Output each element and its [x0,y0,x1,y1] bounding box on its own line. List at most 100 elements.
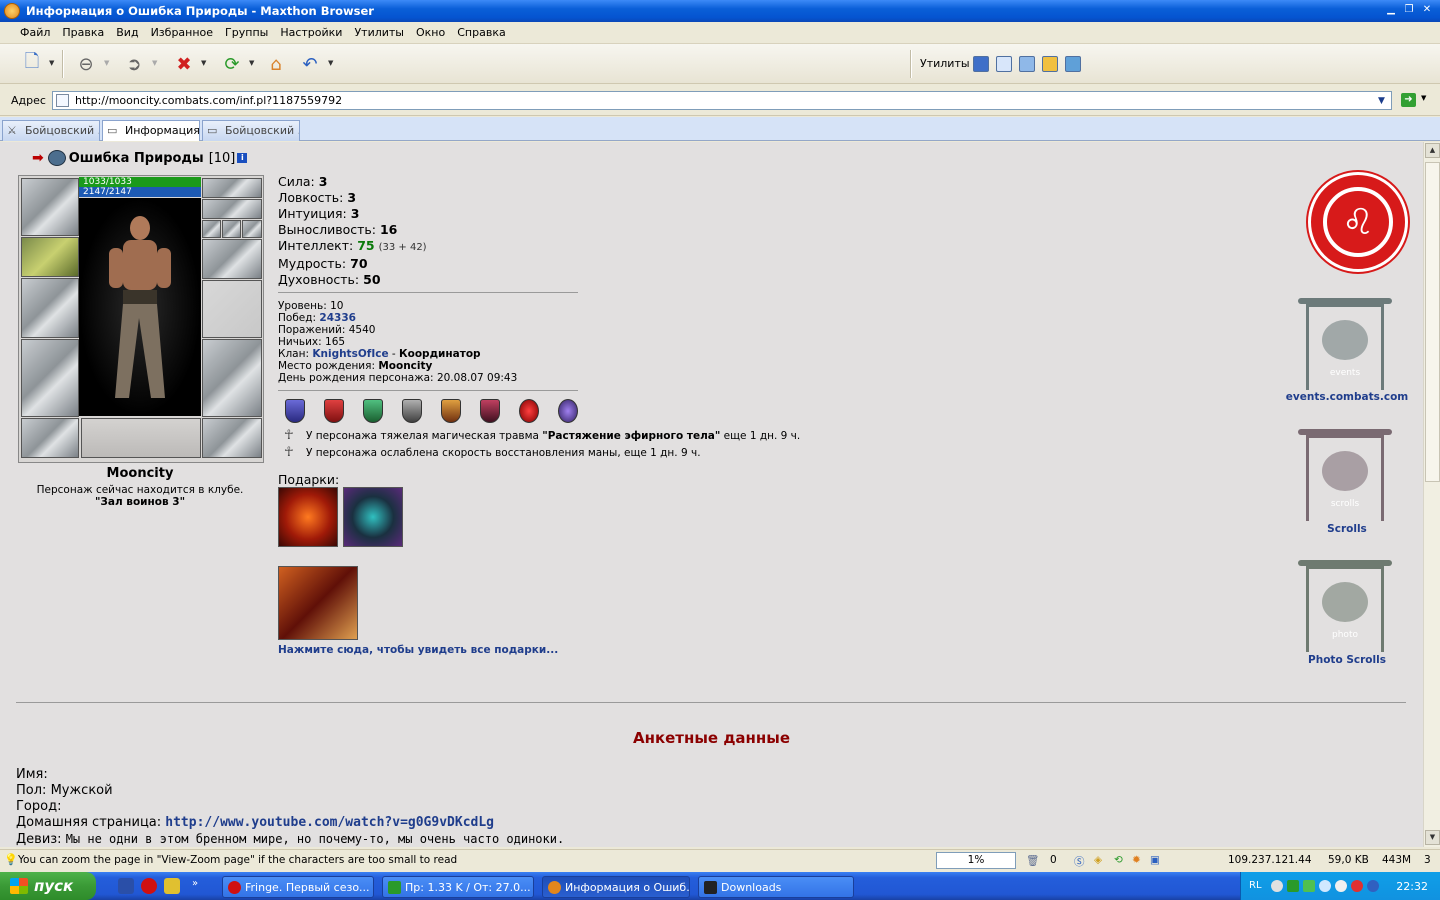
photo-scrolls-link[interactable]: Photo Scrolls [1297,654,1397,666]
screen-icon[interactable]: ▣ [1150,854,1160,866]
badge-icon[interactable] [285,399,305,423]
info-icon[interactable]: i [237,153,248,163]
sun-icon[interactable]: ✹ [1132,854,1141,866]
start-button[interactable]: пуск [0,872,96,900]
task-fringe[interactable]: Fringe. Первый сезо... [222,876,374,898]
wins-link[interactable]: 24336 [319,312,356,324]
menu-groups[interactable]: Группы [219,26,274,39]
scroll-up-icon[interactable]: ▲ [1425,143,1440,158]
events-banner[interactable]: events [1298,298,1392,390]
ring-slot-1[interactable] [202,220,221,238]
sync-icon[interactable]: ⟲ [1114,854,1123,866]
events-link[interactable]: events.combats.com [1282,391,1412,403]
scroll-thumb[interactable] [1425,162,1440,482]
menu-settings[interactable]: Настройки [274,26,348,39]
task-torrent[interactable]: Пр: 1.33 K / От: 27.0... [382,876,534,898]
lion-emblem[interactable]: ♌ [1308,172,1408,272]
menu-view[interactable]: Вид [110,26,144,39]
clan-emblem-icon[interactable] [47,150,66,166]
shield-slot-empty[interactable] [202,280,262,338]
url-input[interactable]: http://mooncity.combats.com/inf.pl?11875… [52,91,1392,110]
gift-book-magic[interactable] [343,487,403,547]
rss-icon[interactable]: ◈ [1094,854,1102,866]
refresh-icon[interactable]: ⟳ [218,50,246,78]
task-maxthon[interactable]: Информация о Ошиб... [542,876,690,898]
arrow-icon[interactable]: ➡ [32,150,44,166]
stop-dropdown-icon[interactable]: ▼ [201,59,206,67]
tray-icon[interactable] [1271,880,1283,892]
boots-slot[interactable] [202,418,262,458]
helmet-slot[interactable] [21,178,79,236]
opera-icon[interactable] [141,878,157,894]
menu-help[interactable]: Справка [451,26,511,39]
armor-slot[interactable] [21,339,79,417]
menu-window[interactable]: Окно [410,26,451,39]
language-indicator[interactable]: RL [1249,880,1262,891]
badge-icon[interactable] [441,399,461,423]
chevron-right-icon[interactable]: » [192,878,198,889]
badge-icon[interactable] [480,399,500,423]
clan-link[interactable]: KnightsOfIce [312,348,388,360]
gift-book-fire[interactable] [278,487,338,547]
tab-combats-1[interactable]: ⚔ Бойцовский ... [2,120,100,141]
pants-slot[interactable] [202,339,262,417]
tray-icon[interactable] [1367,880,1379,892]
all-gifts-link[interactable]: Нажмите сюда, чтобы увидеть все подарки.… [278,644,558,656]
tray-icon[interactable] [1335,880,1347,892]
forward-dropdown-icon[interactable]: ▼ [152,59,157,67]
notes-icon[interactable] [1019,56,1035,72]
tray-icon[interactable] [1303,880,1315,892]
badge-icon[interactable] [519,399,539,423]
menu-favorites[interactable]: Избранное [145,26,219,39]
quicklaunch-icon[interactable] [164,878,180,894]
vertical-scrollbar[interactable]: ▲ ▼ [1423,142,1440,847]
badge-icon[interactable] [402,399,422,423]
chevron-down-icon[interactable]: ▼ [1374,93,1389,108]
trash-icon[interactable]: 🗑 [1026,854,1039,867]
scrolls-link[interactable]: Scrolls [1302,523,1392,535]
bracer-slot[interactable] [21,237,79,277]
restore-icon[interactable]: ❐ [1402,3,1416,17]
back-icon[interactable]: ⊖ [72,50,100,78]
back-dropdown-icon[interactable]: ▼ [104,59,109,67]
close-icon[interactable]: ✕ [1420,3,1434,17]
trauma-icon[interactable]: ☥ [284,428,300,444]
new-page-icon[interactable]: 🗋 [18,50,46,78]
scrolls-banner[interactable]: scrolls [1298,429,1392,521]
minimize-icon[interactable]: ▁ [1384,3,1398,17]
calculator-icon[interactable] [1042,56,1058,72]
ring-slot-3[interactable] [242,220,262,238]
tray-icon[interactable] [1319,880,1331,892]
badge-icon[interactable] [363,399,383,423]
menu-tools[interactable]: Утилиты [348,26,410,39]
scroll-down-icon[interactable]: ▼ [1425,830,1440,845]
undo-close-icon[interactable]: ↶ [296,50,324,78]
homepage-link[interactable]: http://www.youtube.com/watch?v=g0G9vDKcd… [165,815,494,830]
amulet-slot[interactable] [202,199,262,219]
forward-icon[interactable]: ➲ [120,50,148,78]
home-icon[interactable]: ⌂ [262,50,290,78]
gloves-slot[interactable] [202,239,262,279]
tray-icon[interactable] [1287,880,1299,892]
menu-edit[interactable]: Правка [56,26,110,39]
ring-slot-2[interactable] [222,220,241,238]
new-dropdown-icon[interactable]: ▼ [49,59,54,67]
gift-card[interactable] [278,566,358,640]
window-icon[interactable] [996,56,1012,72]
stop-icon[interactable]: ✖ [170,50,198,78]
earring-slot[interactable] [202,178,262,198]
task-downloads[interactable]: Downloads [698,876,854,898]
tab-info[interactable]: ▭ Информация... [102,120,200,141]
quicklaunch-icon[interactable] [118,878,134,894]
undo-dropdown-icon[interactable]: ▼ [328,59,333,67]
badge-icon[interactable] [558,399,578,423]
photo-scrolls-banner[interactable]: photo [1298,560,1392,652]
belt-slot[interactable] [21,418,79,458]
go-icon[interactable]: ➜ [1401,93,1416,107]
volume-icon[interactable] [1351,880,1363,892]
menu-file[interactable]: Файл [14,26,56,39]
s-icon[interactable]: Ⓢ [1074,854,1085,869]
network-icon[interactable] [1065,56,1081,72]
go-dropdown-icon[interactable]: ▼ [1421,94,1426,102]
trauma-icon[interactable]: ☥ [284,445,300,461]
